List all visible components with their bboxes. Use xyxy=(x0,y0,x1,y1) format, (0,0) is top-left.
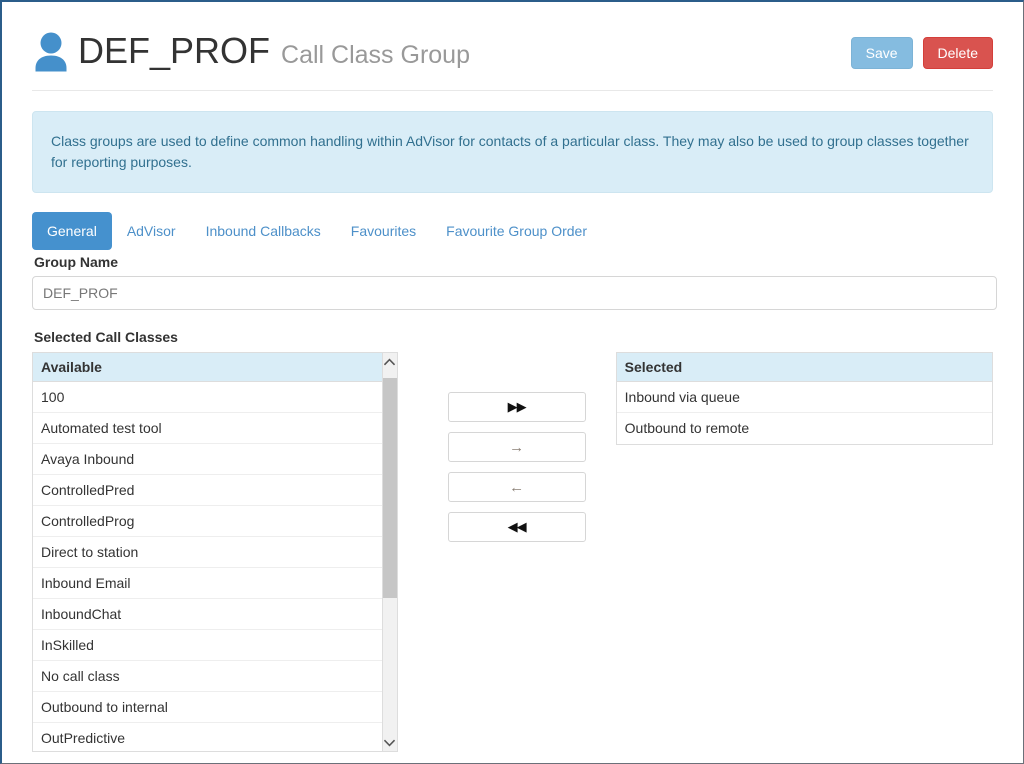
right-arrow-icon: → xyxy=(509,438,525,456)
tab-bar: General AdVisor Inbound Callbacks Favour… xyxy=(32,212,993,250)
content-region: General AdVisor Inbound Callbacks Favour… xyxy=(2,212,1023,752)
selected-list[interactable]: Inbound via queue Outbound to remote xyxy=(616,382,992,444)
header-region: DEF_PROF Call Class Group Save Delete xyxy=(2,2,1023,90)
user-icon xyxy=(35,32,67,72)
tab-inbound-callbacks[interactable]: Inbound Callbacks xyxy=(191,212,336,250)
tab-favourite-group-order[interactable]: Favourite Group Order xyxy=(431,212,602,250)
scrollbar-thumb[interactable] xyxy=(382,378,397,598)
dual-list-picker: Available 100 Automated test tool Avaya … xyxy=(32,352,993,752)
page-header: DEF_PROF Call Class Group Save Delete xyxy=(32,2,993,90)
selected-panel: Selected Inbound via queue Outbound to r… xyxy=(615,352,993,445)
transfer-button-group: ▶▶ → ← ◀◀ xyxy=(447,392,586,542)
title-block: DEF_PROF Call Class Group xyxy=(78,30,851,72)
scroll-down-button[interactable] xyxy=(382,734,397,751)
delete-button[interactable]: Delete xyxy=(922,37,993,69)
header-actions: Save Delete xyxy=(850,37,993,69)
group-name-input[interactable] xyxy=(32,276,997,310)
list-item[interactable]: Direct to station xyxy=(33,537,393,568)
list-item[interactable]: Avaya Inbound xyxy=(33,444,393,475)
list-item[interactable]: Inbound via queue xyxy=(616,382,992,413)
group-name-label: Group Name xyxy=(34,254,119,270)
list-item[interactable]: Automated test tool xyxy=(33,413,393,444)
page-title: DEF_PROF xyxy=(78,30,271,71)
chevron-down-icon xyxy=(384,739,396,747)
double-right-arrow-icon: ▶▶ xyxy=(507,399,527,414)
available-scrollbar[interactable] xyxy=(381,353,397,751)
double-left-arrow-icon: ◀◀ xyxy=(507,519,527,534)
available-header: Available xyxy=(33,353,397,382)
list-item[interactable]: Inbound Email xyxy=(33,568,393,599)
app-window: DEF_PROF Call Class Group Save Delete Cl… xyxy=(0,0,1024,764)
move-right-button[interactable]: → xyxy=(447,432,586,462)
save-button[interactable]: Save xyxy=(850,37,913,69)
move-all-left-button[interactable]: ◀◀ xyxy=(447,512,586,542)
move-all-right-button[interactable]: ▶▶ xyxy=(447,392,586,422)
page-subtitle: Call Class Group xyxy=(281,41,470,69)
list-item[interactable]: Outbound to internal xyxy=(33,692,393,723)
header-divider xyxy=(32,90,993,91)
move-left-button[interactable]: ← xyxy=(447,472,586,502)
left-arrow-icon: ← xyxy=(509,478,525,496)
available-list[interactable]: 100 Automated test tool Avaya Inbound Co… xyxy=(33,382,393,751)
list-item[interactable]: OutPredictive xyxy=(33,723,393,751)
selected-call-classes-label: Selected Call Classes xyxy=(34,329,178,345)
tab-general[interactable]: General xyxy=(32,212,112,250)
list-item[interactable]: 100 xyxy=(33,382,393,413)
list-item[interactable]: No call class xyxy=(33,661,393,692)
tab-favourites[interactable]: Favourites xyxy=(336,212,431,250)
list-item[interactable]: Outbound to remote xyxy=(617,413,992,444)
list-item[interactable]: InSkilled xyxy=(33,630,393,661)
list-item[interactable]: ControlledProg xyxy=(33,506,393,537)
list-item[interactable]: ControlledPred xyxy=(33,475,393,506)
selected-header: Selected xyxy=(616,353,992,382)
chevron-up-icon xyxy=(384,357,396,365)
available-panel: Available 100 Automated test tool Avaya … xyxy=(32,352,398,752)
scroll-up-button[interactable] xyxy=(382,353,397,370)
info-banner: Class groups are used to define common h… xyxy=(32,111,993,193)
tab-advisor[interactable]: AdVisor xyxy=(112,212,191,250)
list-item[interactable]: InboundChat xyxy=(33,599,393,630)
